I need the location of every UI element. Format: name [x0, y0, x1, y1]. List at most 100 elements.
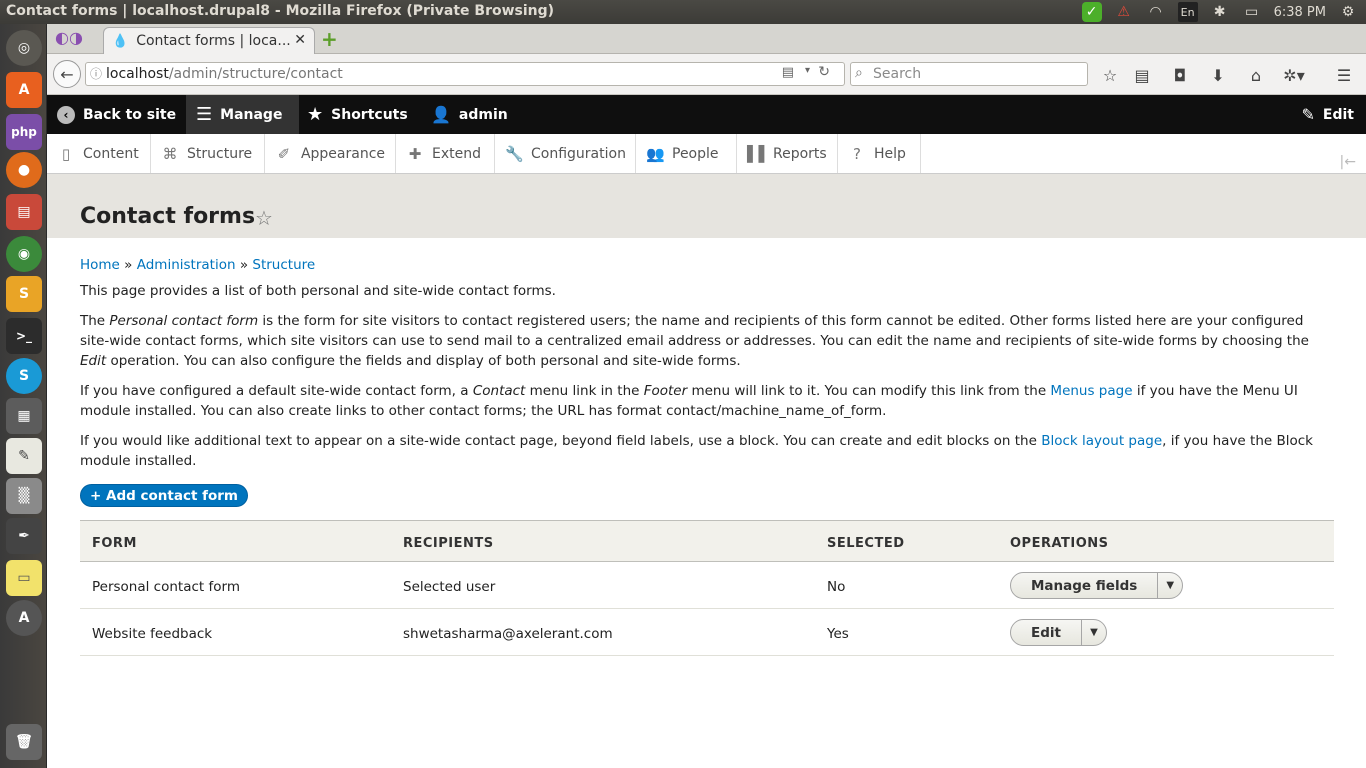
help-text: is the form for site visitors to contact…	[80, 313, 1309, 349]
help-text-emphasis: Personal contact form	[109, 313, 259, 329]
table-row: Personal contact form Selected user No M…	[80, 562, 1334, 609]
menu-item-reports[interactable]: ▌▌ Reports	[737, 134, 838, 173]
column-header-recipients: RECIPIENTS	[403, 536, 494, 551]
edit-toggle[interactable]: ✎ Edit	[1302, 95, 1354, 134]
tab-close-icon[interactable]: ✕	[294, 32, 306, 48]
menu-item-help[interactable]: ? Help	[838, 134, 921, 173]
bluetooth-icon[interactable]: ✱	[1210, 2, 1230, 22]
downloads-icon[interactable]: ⬇	[1207, 64, 1229, 86]
chevron-down-icon[interactable]: ▼	[1082, 623, 1106, 643]
reload-icon[interactable]: ↻	[818, 64, 830, 80]
hamburger-menu-icon[interactable]: ☰	[1333, 64, 1355, 86]
paintbrush-icon: ✐	[277, 144, 291, 163]
browser-nav-bar: ← ⓘ localhost/admin/structure/contact ▤ …	[47, 54, 1366, 95]
star-icon: ★	[307, 104, 324, 125]
skype-icon[interactable]: S	[6, 358, 42, 394]
menu-item-configuration[interactable]: 🔧 Configuration	[495, 134, 636, 173]
reading-list-icon[interactable]: ▤	[1131, 64, 1153, 86]
column-header-form: FORM	[92, 536, 137, 551]
back-to-site-link[interactable]: ‹ Back to site	[57, 95, 176, 134]
menus-page-link[interactable]: Menus page	[1050, 383, 1132, 399]
menu-item-people[interactable]: 👥 People	[636, 134, 737, 173]
phpstorm-icon[interactable]: php	[6, 114, 42, 150]
slack-icon[interactable]: S	[6, 276, 42, 312]
operations-dropbutton: Edit ▼	[1010, 619, 1107, 646]
warning-icon[interactable]: ⚠	[1114, 2, 1134, 22]
firefox-icon[interactable]: ●	[6, 152, 42, 188]
pocket-icon[interactable]: ◘	[1169, 64, 1191, 86]
bar-chart-icon: ▌▌	[747, 144, 771, 163]
menu-item-label: Reports	[773, 145, 827, 162]
wifi-icon[interactable]: ◠	[1146, 2, 1166, 22]
url-info-icon[interactable]: ⓘ	[90, 65, 102, 82]
help-text-emphasis: Contact	[472, 383, 526, 399]
breadcrumb-structure[interactable]: Structure	[252, 257, 315, 273]
back-arrow-icon[interactable]: ←	[53, 60, 81, 88]
update-check-icon[interactable]: ✓	[1081, 2, 1102, 22]
image-viewer-icon[interactable]: ▒	[6, 478, 42, 514]
url-path: /admin/structure/contact	[168, 66, 343, 82]
menu-item-label: Appearance	[300, 145, 385, 162]
trash-icon[interactable]: 🗑	[6, 724, 42, 760]
menu-bars-icon: ☰	[196, 104, 213, 125]
reader-view-icon[interactable]: ▤	[782, 65, 794, 80]
url-host: localhost	[106, 66, 169, 82]
add-shortcut-star-icon[interactable]: ☆	[255, 206, 273, 230]
pencil-icon: ✎	[1301, 105, 1315, 124]
menu-item-structure[interactable]: ⌘ Structure	[151, 134, 265, 173]
table-row: Website feedback shwetasharma@axelerant.…	[80, 609, 1334, 656]
inkscape-icon[interactable]: ✒	[6, 518, 42, 554]
menu-item-appearance[interactable]: ✐ Appearance	[265, 134, 396, 173]
manage-fields-button[interactable]: Manage fields	[1011, 573, 1159, 598]
column-header-operations: OPERATIONS	[1010, 536, 1109, 551]
edit-button[interactable]: Edit	[1011, 620, 1082, 645]
user-tab[interactable]: 👤 admin	[431, 95, 508, 134]
keyboard-layout-indicator[interactable]: En	[1177, 2, 1198, 22]
sticky-notes-icon[interactable]: ▭	[6, 560, 42, 596]
new-tab-plus-icon[interactable]: +	[321, 27, 338, 51]
terminal-icon[interactable]: >_	[6, 318, 42, 354]
chrome-icon[interactable]: ◉	[6, 236, 42, 272]
document-icon: ▯	[61, 144, 71, 163]
help-text: The	[80, 313, 110, 329]
os-top-panel: Contact forms | localhost.drupal8 - Mozi…	[0, 0, 1366, 24]
bookmark-star-icon[interactable]: ☆	[1099, 64, 1121, 86]
file-manager-icon[interactable]: ▤	[6, 194, 42, 230]
browser-tab-active[interactable]: 💧 Contact forms | loca... ✕	[103, 27, 315, 54]
form-name-link[interactable]: Website feedback	[92, 624, 212, 644]
breadcrumb-home[interactable]: Home	[80, 257, 120, 273]
help-text: menu will link to it. You can modify thi…	[687, 383, 1051, 399]
block-layout-link[interactable]: Block layout page	[1041, 433, 1162, 449]
system-updater-icon[interactable]: A	[6, 600, 42, 636]
ubuntu-dash-icon[interactable]: ◎	[6, 30, 42, 66]
url-input[interactable]: ⓘ localhost/admin/structure/contact ▤ ▾ …	[85, 62, 845, 86]
breadcrumb: Home » Administration » Structure	[80, 255, 315, 275]
add-contact-form-button[interactable]: + Add contact form	[80, 484, 248, 507]
manage-tab[interactable]: ☰ Manage	[186, 95, 299, 134]
help-text: If you would like additional text to app…	[80, 433, 1042, 449]
shortcuts-label: Shortcuts	[331, 106, 408, 123]
extension-icon[interactable]: ✲▾	[1283, 64, 1305, 86]
menu-item-label: Extend	[432, 145, 481, 162]
chevron-down-icon[interactable]: ▼	[1158, 576, 1182, 596]
text-editor-icon[interactable]: ✎	[6, 438, 42, 474]
shortcuts-tab[interactable]: ★ Shortcuts	[307, 95, 408, 134]
help-text: menu link in the	[525, 383, 644, 399]
search-input[interactable]: ⌕ Search	[850, 62, 1088, 86]
calculator-icon[interactable]: ▦	[6, 398, 42, 434]
drupal-favicon-icon: 💧	[112, 33, 129, 49]
back-arrow-circle-icon: ‹	[57, 105, 75, 124]
breadcrumb-administration[interactable]: Administration	[137, 257, 236, 273]
recipients: Selected user	[403, 579, 496, 595]
url-dropdown-icon[interactable]: ▾	[805, 65, 810, 76]
tray-orientation-toggle-icon[interactable]: |←	[1340, 154, 1356, 170]
home-icon[interactable]: ⌂	[1245, 64, 1267, 86]
battery-icon[interactable]: ▭	[1242, 2, 1262, 22]
help-text: operation. You can also configure the fi…	[106, 353, 741, 369]
clock[interactable]: 6:38 PM	[1274, 5, 1326, 20]
settings-gear-icon[interactable]: ⚙	[1338, 2, 1358, 22]
software-center-icon[interactable]: A	[6, 72, 42, 108]
menu-item-extend[interactable]: ✚ Extend	[396, 134, 495, 173]
column-header-selected: SELECTED	[827, 536, 905, 551]
menu-item-content[interactable]: ▯ Content	[47, 134, 151, 173]
